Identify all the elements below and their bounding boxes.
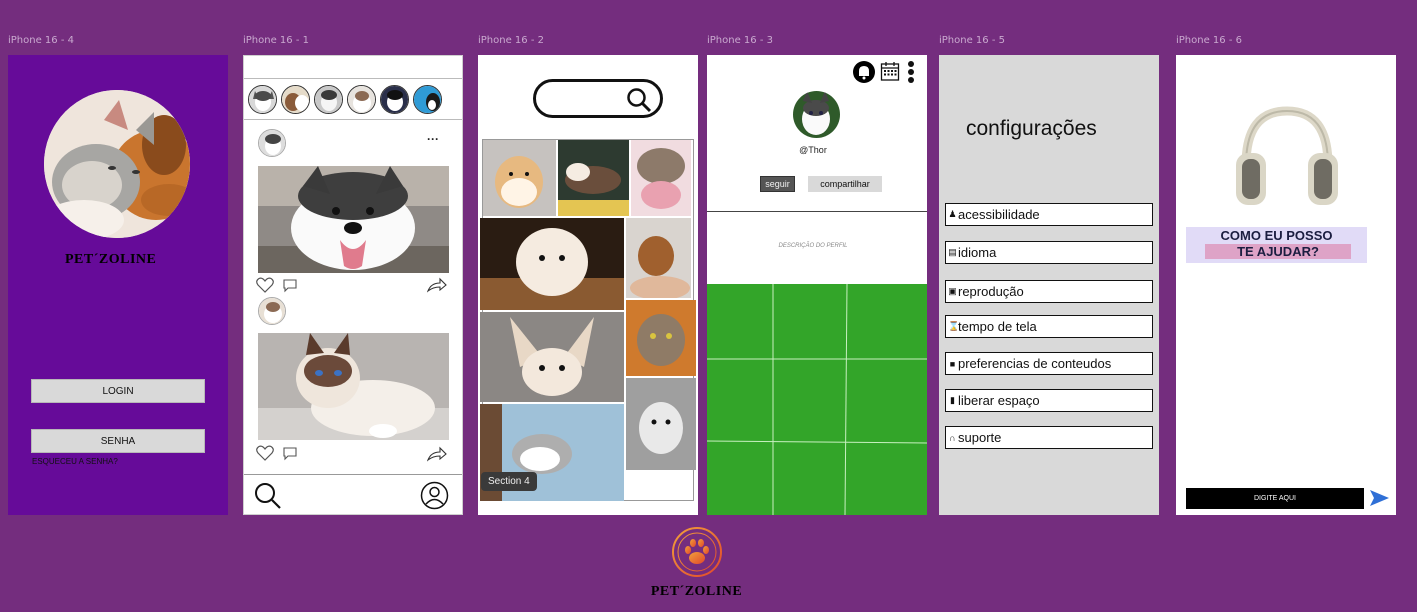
explore-screen: Section 4	[478, 55, 698, 515]
settings-item-label: tempo de tela	[958, 319, 1037, 334]
explore-tile-puppy[interactable]	[626, 218, 691, 298]
divider	[707, 211, 927, 212]
frame-label-6: iPhone 16 - 6	[1176, 35, 1242, 46]
profile-posts-grid	[707, 284, 927, 515]
video-icon: ■	[949, 358, 956, 369]
settings-item-label: preferencias de conteudos	[958, 356, 1112, 371]
profile-screen: @Thor seguir compartilhar DESCRIÇÃO DO P…	[707, 55, 927, 515]
pets-photo	[44, 90, 190, 238]
heart-icon[interactable]	[256, 445, 274, 466]
frame-label-5: iPhone 16 - 5	[939, 35, 1005, 46]
settings-item-free-space[interactable]: ▮ liberar espaço	[945, 389, 1153, 412]
trash-icon: ▮	[950, 395, 955, 405]
frame-label-3: iPhone 16 - 3	[707, 35, 773, 46]
follow-button[interactable]: seguir	[760, 176, 795, 192]
explore-tile-dog[interactable]	[626, 378, 696, 470]
settings-item-playback[interactable]: ▣ reprodução	[945, 280, 1153, 303]
feed-screen: ···	[243, 55, 463, 515]
settings-item-support[interactable]: ∩ suporte	[945, 426, 1153, 449]
help-title-line1: COMO EU POSSO	[1220, 228, 1333, 243]
paw-icon	[672, 527, 722, 577]
share-icon[interactable]	[426, 277, 447, 298]
settings-item-label: acessibilidade	[958, 207, 1040, 222]
explore-tile-fennec[interactable]	[480, 312, 624, 402]
profile-avatar	[793, 91, 840, 138]
story-avatar[interactable]	[413, 84, 442, 114]
bell-icon[interactable]	[853, 61, 875, 88]
chat-input[interactable]: DIGITE AQUI	[1186, 488, 1364, 509]
settings-item-content-preferences[interactable]: ■ preferencias de conteudos	[945, 352, 1153, 375]
password-field[interactable]: SENHA	[31, 429, 205, 453]
explore-tile-hamster[interactable]	[483, 140, 556, 216]
story-avatar[interactable]	[347, 84, 376, 114]
send-icon[interactable]	[1369, 489, 1390, 512]
explore-tile-hedgehog[interactable]	[631, 140, 691, 216]
bottom-navigation	[244, 474, 462, 514]
settings-item-label: liberar espaço	[958, 393, 1040, 408]
settings-item-screen-time[interactable]: ⌛ tempo de tela	[945, 315, 1153, 338]
section-badge: Section 4	[481, 472, 537, 491]
post-image-husky	[258, 166, 449, 273]
search-input[interactable]	[533, 79, 663, 118]
post-author-avatar[interactable]	[258, 297, 286, 325]
story-avatar[interactable]	[314, 84, 343, 114]
explore-tile-ferret[interactable]	[558, 140, 629, 216]
search-icon	[627, 88, 652, 113]
more-options-icon[interactable]	[907, 60, 915, 89]
profile-icon[interactable]	[420, 481, 449, 514]
post-options-button[interactable]: ···	[427, 132, 439, 146]
story-avatar[interactable]	[248, 84, 277, 114]
person-icon: ♟	[948, 209, 957, 219]
share-icon[interactable]	[426, 446, 447, 467]
story-avatar[interactable]	[380, 84, 409, 114]
brand-logo: PET´ZOLINE	[644, 524, 749, 604]
login-screen: PET´ZOLINE LOGIN SENHA ESQUECEU A SENHA?	[8, 55, 228, 515]
settings-screen: configurações ♟ acessibilidade ▤ idioma ▣ r…	[939, 55, 1159, 515]
play-icon: ▣	[948, 286, 957, 296]
frame-label-4: iPhone 16 - 4	[8, 35, 74, 46]
settings-item-label: suporte	[958, 430, 1002, 445]
help-banner: COMO EU POSSO TE AJUDAR?	[1186, 227, 1367, 263]
settings-item-label: reprodução	[958, 284, 1024, 299]
hourglass-icon: ⌛	[948, 321, 960, 331]
profile-description: DESCRIÇÃO DO PERFIL	[778, 243, 848, 249]
heart-icon[interactable]	[256, 277, 274, 298]
search-icon[interactable]	[254, 482, 282, 514]
login-button[interactable]: LOGIN	[31, 379, 205, 403]
story-avatar[interactable]	[281, 84, 310, 114]
frame-label-2: iPhone 16 - 2	[478, 35, 544, 46]
explore-tile-cat[interactable]	[626, 300, 696, 376]
settings-title: configurações	[966, 117, 1097, 140]
help-title-line2: TE AJUDAR?	[1237, 244, 1319, 259]
post-image-cat	[258, 333, 449, 440]
brand-name: PET´ZOLINE	[650, 584, 743, 599]
calendar-icon[interactable]	[880, 61, 900, 87]
comment-icon[interactable]	[282, 447, 298, 466]
stories-bar	[244, 78, 462, 120]
language-icon: ▤	[948, 247, 957, 257]
headphones-illustration	[1232, 105, 1342, 214]
help-chat-screen: COMO EU POSSO TE AJUDAR? DIGITE AQUI	[1176, 55, 1396, 515]
brand-logo-text: PET´ZOLINE	[65, 252, 157, 267]
headphones-icon: ∩	[949, 432, 956, 443]
settings-item-accessibility[interactable]: ♟ acessibilidade	[945, 203, 1153, 226]
explore-tile-pomeranian[interactable]	[480, 218, 624, 310]
frame-label-1: iPhone 16 - 1	[243, 35, 309, 46]
profile-username: @Thor	[799, 145, 827, 155]
forgot-password-link[interactable]: ESQUECEU A SENHA?	[32, 457, 118, 466]
comment-icon[interactable]	[282, 279, 298, 298]
help-highlight: TE AJUDAR?	[1205, 244, 1351, 259]
post-author-avatar[interactable]	[258, 129, 286, 157]
share-profile-button[interactable]: compartilhar	[808, 176, 882, 192]
settings-item-language[interactable]: ▤ idioma	[945, 241, 1153, 264]
settings-item-label: idioma	[958, 245, 997, 260]
